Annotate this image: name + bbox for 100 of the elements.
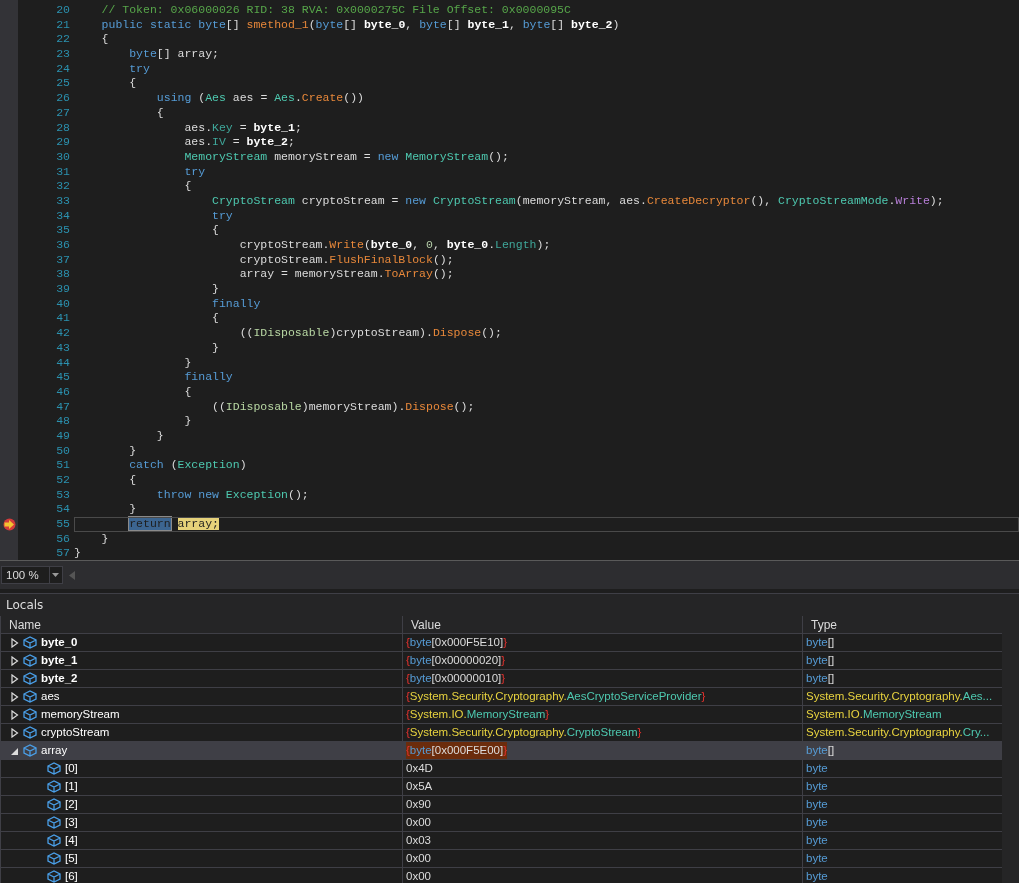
- line-number: 28: [55, 120, 71, 136]
- variable-name: byte_0: [41, 635, 78, 650]
- code-line: {: [183, 384, 192, 400]
- variable-type: System.Security.Cryptography.Aes...: [806, 689, 993, 704]
- column-header[interactable]: Name: [0, 616, 402, 634]
- line-number: 44: [55, 355, 71, 371]
- variable-icon: [47, 780, 61, 793]
- column-header[interactable]: Value: [402, 616, 802, 634]
- expander-icon[interactable]: [11, 655, 19, 666]
- variable-name: [3]: [65, 815, 78, 830]
- code-line: ((IDisposable)cryptoStream).Dispose();: [238, 326, 502, 341]
- line-number: 48: [55, 414, 71, 429]
- variable-value: {byte[0x00000010]}: [406, 671, 506, 686]
- variable-type: byte[]: [806, 635, 835, 650]
- variable-name: memoryStream: [41, 707, 120, 722]
- line-number: 41: [55, 311, 71, 327]
- line-number: 51: [55, 458, 71, 473]
- variable-name: [6]: [65, 869, 78, 883]
- variable-value: 0x00: [406, 851, 431, 866]
- variable-type: byte: [806, 779, 828, 794]
- line-number: 34: [55, 208, 71, 224]
- expander-icon[interactable]: [11, 673, 19, 684]
- variable-type: byte: [806, 815, 828, 830]
- variable-value: 0x5A: [406, 779, 433, 794]
- variable-type: byte: [806, 761, 828, 776]
- variable-icon: [47, 762, 61, 775]
- code-line: try: [211, 208, 233, 224]
- line-number: 52: [55, 473, 71, 488]
- line-number: 47: [55, 399, 71, 415]
- line-number: 38: [55, 267, 71, 283]
- code-line: }: [183, 355, 192, 371]
- variable-value: 0x03: [406, 833, 431, 848]
- variable-name: [1]: [65, 779, 78, 794]
- variable-type: byte: [806, 851, 828, 866]
- line-number: 24: [55, 61, 71, 77]
- variable-type: byte: [806, 797, 828, 812]
- expander-icon[interactable]: [11, 709, 19, 720]
- code-line: return array;: [128, 517, 219, 532]
- line-number: 54: [55, 502, 71, 518]
- code-line: }: [128, 502, 137, 518]
- variable-icon: [47, 870, 61, 883]
- variable-type: byte: [806, 869, 828, 883]
- variable-type: byte[]: [806, 671, 835, 686]
- variable-icon: [23, 744, 37, 757]
- line-number: 55: [55, 517, 71, 532]
- code-line: {: [211, 223, 219, 238]
- expander-icon[interactable]: [11, 637, 19, 648]
- column-header[interactable]: Type: [802, 616, 1002, 634]
- variable-type: byte: [806, 833, 828, 848]
- variable-name: array: [41, 743, 68, 758]
- line-number: 40: [55, 296, 71, 312]
- line-number: 21: [55, 17, 71, 33]
- code-line: try: [183, 164, 206, 180]
- code-line: {: [211, 311, 219, 327]
- variable-icon: [23, 690, 37, 703]
- variable-value: {System.Security.Cryptography.AesCryptoServiceProvider}: [406, 689, 706, 704]
- expander-icon[interactable]: [11, 691, 19, 702]
- line-number: 31: [55, 164, 71, 180]
- variable-icon: [23, 726, 37, 739]
- code-line: }: [211, 340, 219, 356]
- line-number: 56: [55, 531, 71, 547]
- line-number: 53: [55, 487, 71, 503]
- variable-value: {byte[0x000F5E10]}: [406, 635, 508, 650]
- code-line: aes.IV = byte_2;: [183, 135, 295, 150]
- variable-icon: [23, 654, 37, 667]
- code-line: }: [211, 282, 219, 297]
- variable-icon: [47, 852, 61, 865]
- zoom-dropdown[interactable]: 100 %: [1, 566, 63, 584]
- line-number: 26: [55, 91, 71, 106]
- line-number: 46: [55, 384, 71, 400]
- line-number: 27: [55, 105, 71, 121]
- line-number: 42: [55, 326, 71, 341]
- line-number: 23: [55, 47, 71, 62]
- line-number: 35: [55, 223, 71, 238]
- variable-value: {byte[0x00000020]}: [406, 653, 506, 668]
- line-number: 50: [55, 443, 71, 459]
- line-number: 25: [55, 76, 71, 92]
- code-line: array = memoryStream.ToArray();: [238, 267, 454, 283]
- caret-icon[interactable]: [52, 573, 60, 577]
- code-line: // Token: 0x06000026 RID: 38 RVA: 0x0000275C File Offset: 0x0000095C: [100, 3, 571, 18]
- code-line: {: [128, 76, 137, 92]
- code-line: using (Aes aes = Aes.Create()): [155, 91, 364, 106]
- variable-icon: [23, 672, 37, 685]
- code-line: byte[] array;: [128, 47, 219, 62]
- line-number: 45: [55, 370, 71, 385]
- variable-name: cryptoStream: [41, 725, 110, 740]
- variable-type: System.Security.Cryptography.Cry...: [806, 725, 990, 740]
- line-number: 57: [55, 546, 71, 560]
- line-number: 29: [55, 135, 71, 150]
- expander-icon[interactable]: [11, 727, 19, 738]
- code-line: }: [128, 443, 137, 459]
- variable-name: [5]: [65, 851, 78, 866]
- line-number: 43: [55, 340, 71, 356]
- code-line: MemoryStream memoryStream = new MemoryStream();: [183, 149, 509, 165]
- variable-name: byte_1: [41, 653, 78, 668]
- line-number: 20: [55, 3, 71, 18]
- code-line: }: [74, 546, 81, 560]
- code-line: }: [100, 531, 109, 547]
- variable-name: [2]: [65, 797, 78, 812]
- variable-value: 0x90: [406, 797, 431, 812]
